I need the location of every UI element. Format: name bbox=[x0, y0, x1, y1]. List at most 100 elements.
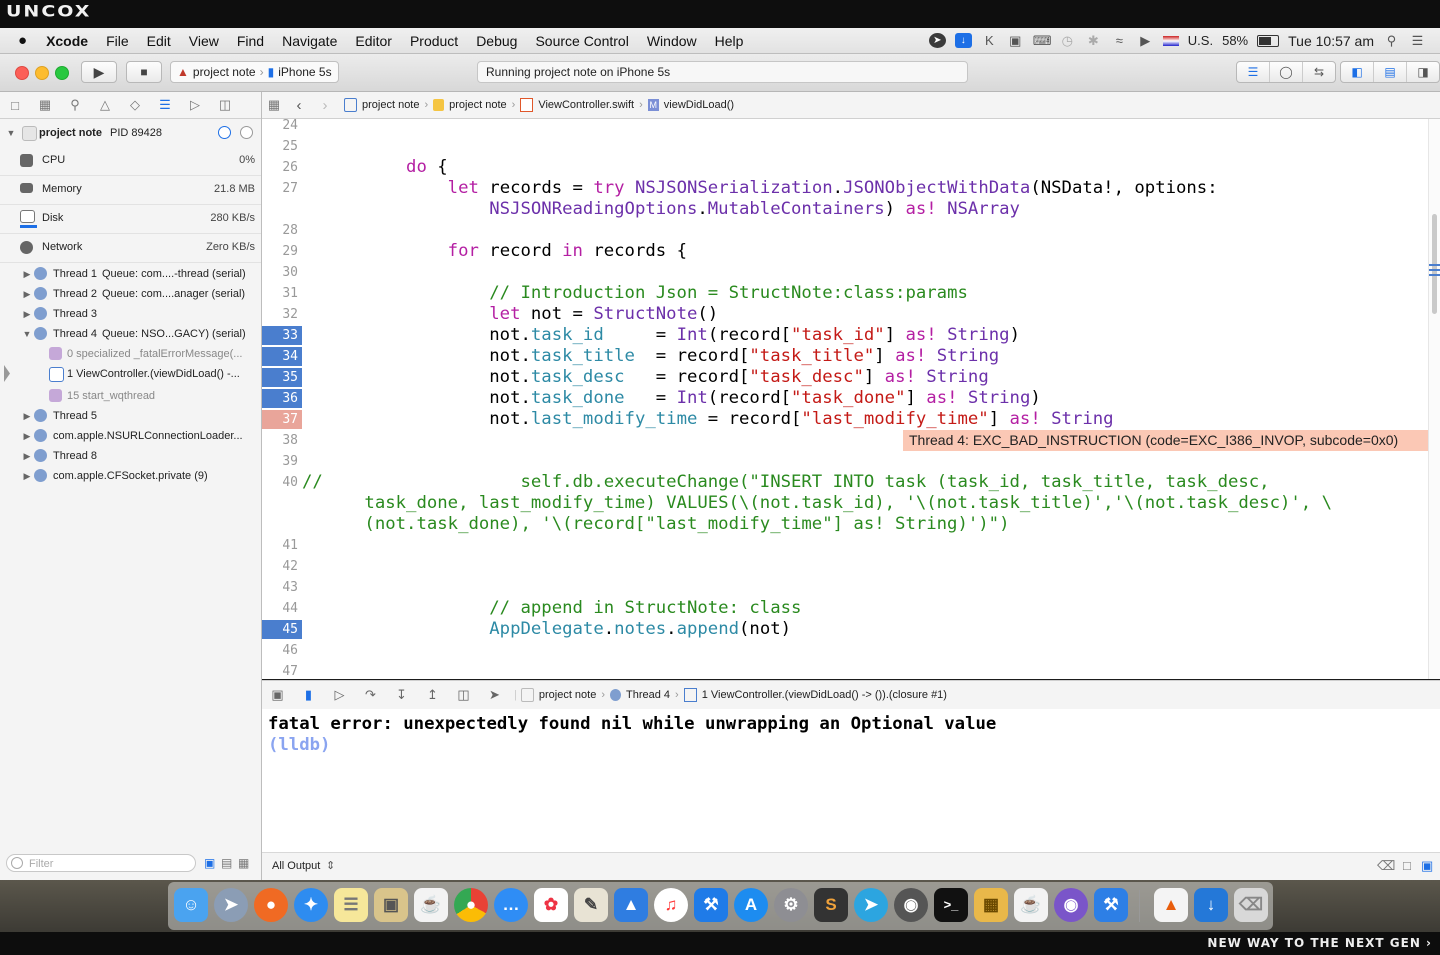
thread-view-icon[interactable] bbox=[240, 126, 253, 139]
find-navigator-icon[interactable]: ⚲ bbox=[60, 97, 90, 113]
menu-find[interactable]: Find bbox=[228, 33, 273, 49]
thread-row[interactable]: ▶ Thread 5 bbox=[0, 406, 261, 426]
variables-view-icon[interactable]: □ bbox=[1403, 858, 1411, 873]
input-source-label[interactable]: U.S. bbox=[1188, 33, 1213, 48]
thread-row[interactable]: ▼ Thread 4 Queue: NSO...GACY) (serial) bbox=[0, 324, 261, 344]
stack-frame-row[interactable]: 1 ViewController.(viewDidLoad() -... bbox=[0, 364, 261, 384]
disclosure-closed-icon[interactable]: ▶ bbox=[22, 304, 32, 324]
jumpbar-crumb[interactable]: project note bbox=[449, 99, 506, 111]
app-store-icon[interactable]: A bbox=[734, 888, 768, 922]
trash-icon[interactable]: ⌫ bbox=[1377, 858, 1395, 874]
issue-navigator-icon[interactable]: △ bbox=[90, 97, 120, 113]
close-window-button[interactable] bbox=[15, 66, 29, 80]
notification-center-icon[interactable]: ☰ bbox=[1409, 33, 1426, 48]
itunes-icon[interactable]: ♫ bbox=[654, 888, 688, 922]
gauge-memory[interactable]: Memory 21.8 MB bbox=[0, 175, 261, 205]
disclosure-closed-icon[interactable]: ▶ bbox=[22, 406, 32, 426]
menu-help[interactable]: Help bbox=[706, 33, 753, 49]
filter-frames-icon[interactable]: ▦ bbox=[238, 856, 249, 870]
zoom-window-button[interactable] bbox=[55, 66, 69, 80]
debug-crumb[interactable]: project note bbox=[539, 689, 596, 701]
debug-gauge-icon[interactable] bbox=[218, 126, 231, 139]
apple-menu-icon[interactable]: ● bbox=[0, 32, 37, 49]
toggle-debug-area-icon[interactable]: ▤ bbox=[1374, 62, 1407, 82]
menu-edit[interactable]: Edit bbox=[138, 33, 180, 49]
xcode-icon[interactable]: ⚒ bbox=[694, 888, 728, 922]
filter-crashed-icon[interactable]: ▣ bbox=[204, 856, 215, 870]
menu-editor[interactable]: Editor bbox=[346, 33, 401, 49]
filter-threads-icon[interactable]: ▤ bbox=[221, 856, 232, 870]
gauge-cpu[interactable]: CPU 0% bbox=[0, 146, 261, 176]
lldb-prompt[interactable]: (lldb) bbox=[268, 735, 330, 755]
java-launcher-icon[interactable]: ☕ bbox=[1014, 888, 1048, 922]
volume-icon[interactable]: ▶ bbox=[1137, 33, 1154, 48]
debug-navigator-icon[interactable]: ☰ bbox=[150, 97, 180, 113]
launchpad-icon[interactable]: ➤ bbox=[214, 888, 248, 922]
simulate-location-icon[interactable]: ➤ bbox=[479, 687, 510, 703]
firefox-icon[interactable]: ● bbox=[254, 888, 288, 922]
minimize-window-button[interactable] bbox=[35, 66, 49, 80]
error-annotation[interactable]: Thread 4: EXC_BAD_INSTRUCTION (code=EXC_… bbox=[903, 430, 1428, 451]
assistant-editor-icon[interactable]: ◯ bbox=[1270, 62, 1303, 82]
disclosure-closed-icon[interactable]: ▶ bbox=[22, 264, 32, 284]
forward-arrow-icon[interactable]: › bbox=[312, 97, 338, 114]
bluetooth-icon[interactable]: ✱ bbox=[1085, 33, 1102, 48]
disclosure-open-icon[interactable]: ▼ bbox=[22, 324, 32, 344]
jumpbar-crumb[interactable]: viewDidLoad() bbox=[664, 99, 734, 111]
sequel-pro-icon[interactable]: ◉ bbox=[894, 888, 928, 922]
trash-icon[interactable]: ⌫ bbox=[1234, 888, 1268, 922]
system-preferences-icon[interactable]: ⚙ bbox=[774, 888, 808, 922]
messages-icon[interactable]: … bbox=[494, 888, 528, 922]
project-navigator-icon[interactable]: □ bbox=[0, 98, 30, 113]
wifi-icon[interactable]: ≈ bbox=[1111, 33, 1128, 48]
process-row[interactable]: ▼ project note PID 89428 bbox=[0, 123, 261, 143]
hide-debug-area-icon[interactable]: ▣ bbox=[262, 687, 293, 703]
toggle-utilities-icon[interactable]: ◨ bbox=[1407, 62, 1439, 82]
notes-icon[interactable]: ☰ bbox=[334, 888, 368, 922]
scheme-name[interactable]: project note bbox=[193, 65, 256, 79]
time-machine-icon[interactable]: ◷ bbox=[1059, 33, 1076, 48]
step-out-icon[interactable]: ↥ bbox=[417, 687, 448, 703]
disclosure-closed-icon[interactable]: ▶ bbox=[22, 466, 32, 486]
xcode-instruments-icon[interactable]: ⚒ bbox=[1094, 888, 1128, 922]
version-editor-icon[interactable]: ⇆ bbox=[1303, 62, 1335, 82]
preview-icon[interactable]: ▣ bbox=[374, 888, 408, 922]
jumpbar-crumb[interactable]: ViewController.swift bbox=[538, 99, 634, 111]
safari-icon[interactable]: ✦ bbox=[294, 888, 328, 922]
finder-icon[interactable]: ☺ bbox=[174, 888, 208, 922]
disclosure-open-icon[interactable]: ▼ bbox=[6, 123, 16, 143]
display-status-icon[interactable]: ▣ bbox=[1007, 33, 1024, 48]
disclosure-closed-icon[interactable]: ▶ bbox=[22, 426, 32, 446]
telegram-status-icon[interactable]: ➤ bbox=[928, 33, 946, 48]
output-selector[interactable]: All Output bbox=[272, 860, 320, 872]
continue-icon[interactable]: ▷ bbox=[324, 687, 355, 703]
report-navigator-icon[interactable]: ◫ bbox=[210, 97, 240, 113]
downloads-stack-icon[interactable]: ↓ bbox=[1194, 888, 1228, 922]
keyboard-status-icon[interactable]: ⌨ bbox=[1033, 33, 1052, 48]
menu-clock[interactable]: Tue 10:57 am bbox=[1288, 33, 1374, 49]
sublime-text-icon[interactable]: S bbox=[814, 888, 848, 922]
gauge-network[interactable]: Network Zero KB/s bbox=[0, 233, 261, 263]
stack-frame-row[interactable]: 15 start_wqthread bbox=[0, 386, 261, 406]
keynote-icon[interactable]: ▲ bbox=[614, 888, 648, 922]
toggle-navigator-icon[interactable]: ◧ bbox=[1341, 62, 1374, 82]
chrome-icon[interactable]: ● bbox=[454, 888, 488, 922]
test-navigator-icon[interactable]: ◇ bbox=[120, 97, 150, 113]
gauge-disk[interactable]: Disk 280 KB/s bbox=[0, 204, 261, 234]
navigator-filter-field[interactable]: Filter bbox=[6, 854, 196, 872]
terminal-icon[interactable]: >_ bbox=[934, 888, 968, 922]
thread-row[interactable]: ▶ Thread 2 Queue: com....anager (serial) bbox=[0, 284, 261, 304]
menu-navigate[interactable]: Navigate bbox=[273, 33, 346, 49]
battery-icon[interactable] bbox=[1257, 34, 1280, 47]
run-button[interactable]: ▶ bbox=[81, 61, 117, 83]
k-status-icon[interactable]: K bbox=[981, 33, 998, 48]
debug-console[interactable]: fatal error: unexpectedly found nil whil… bbox=[262, 709, 1440, 852]
console-view-icon[interactable]: ▣ bbox=[1421, 858, 1433, 874]
download-status-icon[interactable]: ↓ bbox=[954, 33, 972, 48]
photos-icon[interactable]: ✿ bbox=[534, 888, 568, 922]
thread-row[interactable]: ▶ Thread 8 bbox=[0, 446, 261, 466]
back-arrow-icon[interactable]: ‹ bbox=[286, 97, 312, 114]
pages-icon[interactable]: ✎ bbox=[574, 888, 608, 922]
spotlight-icon[interactable]: ⚲ bbox=[1383, 33, 1400, 48]
menu-product[interactable]: Product bbox=[401, 33, 467, 49]
